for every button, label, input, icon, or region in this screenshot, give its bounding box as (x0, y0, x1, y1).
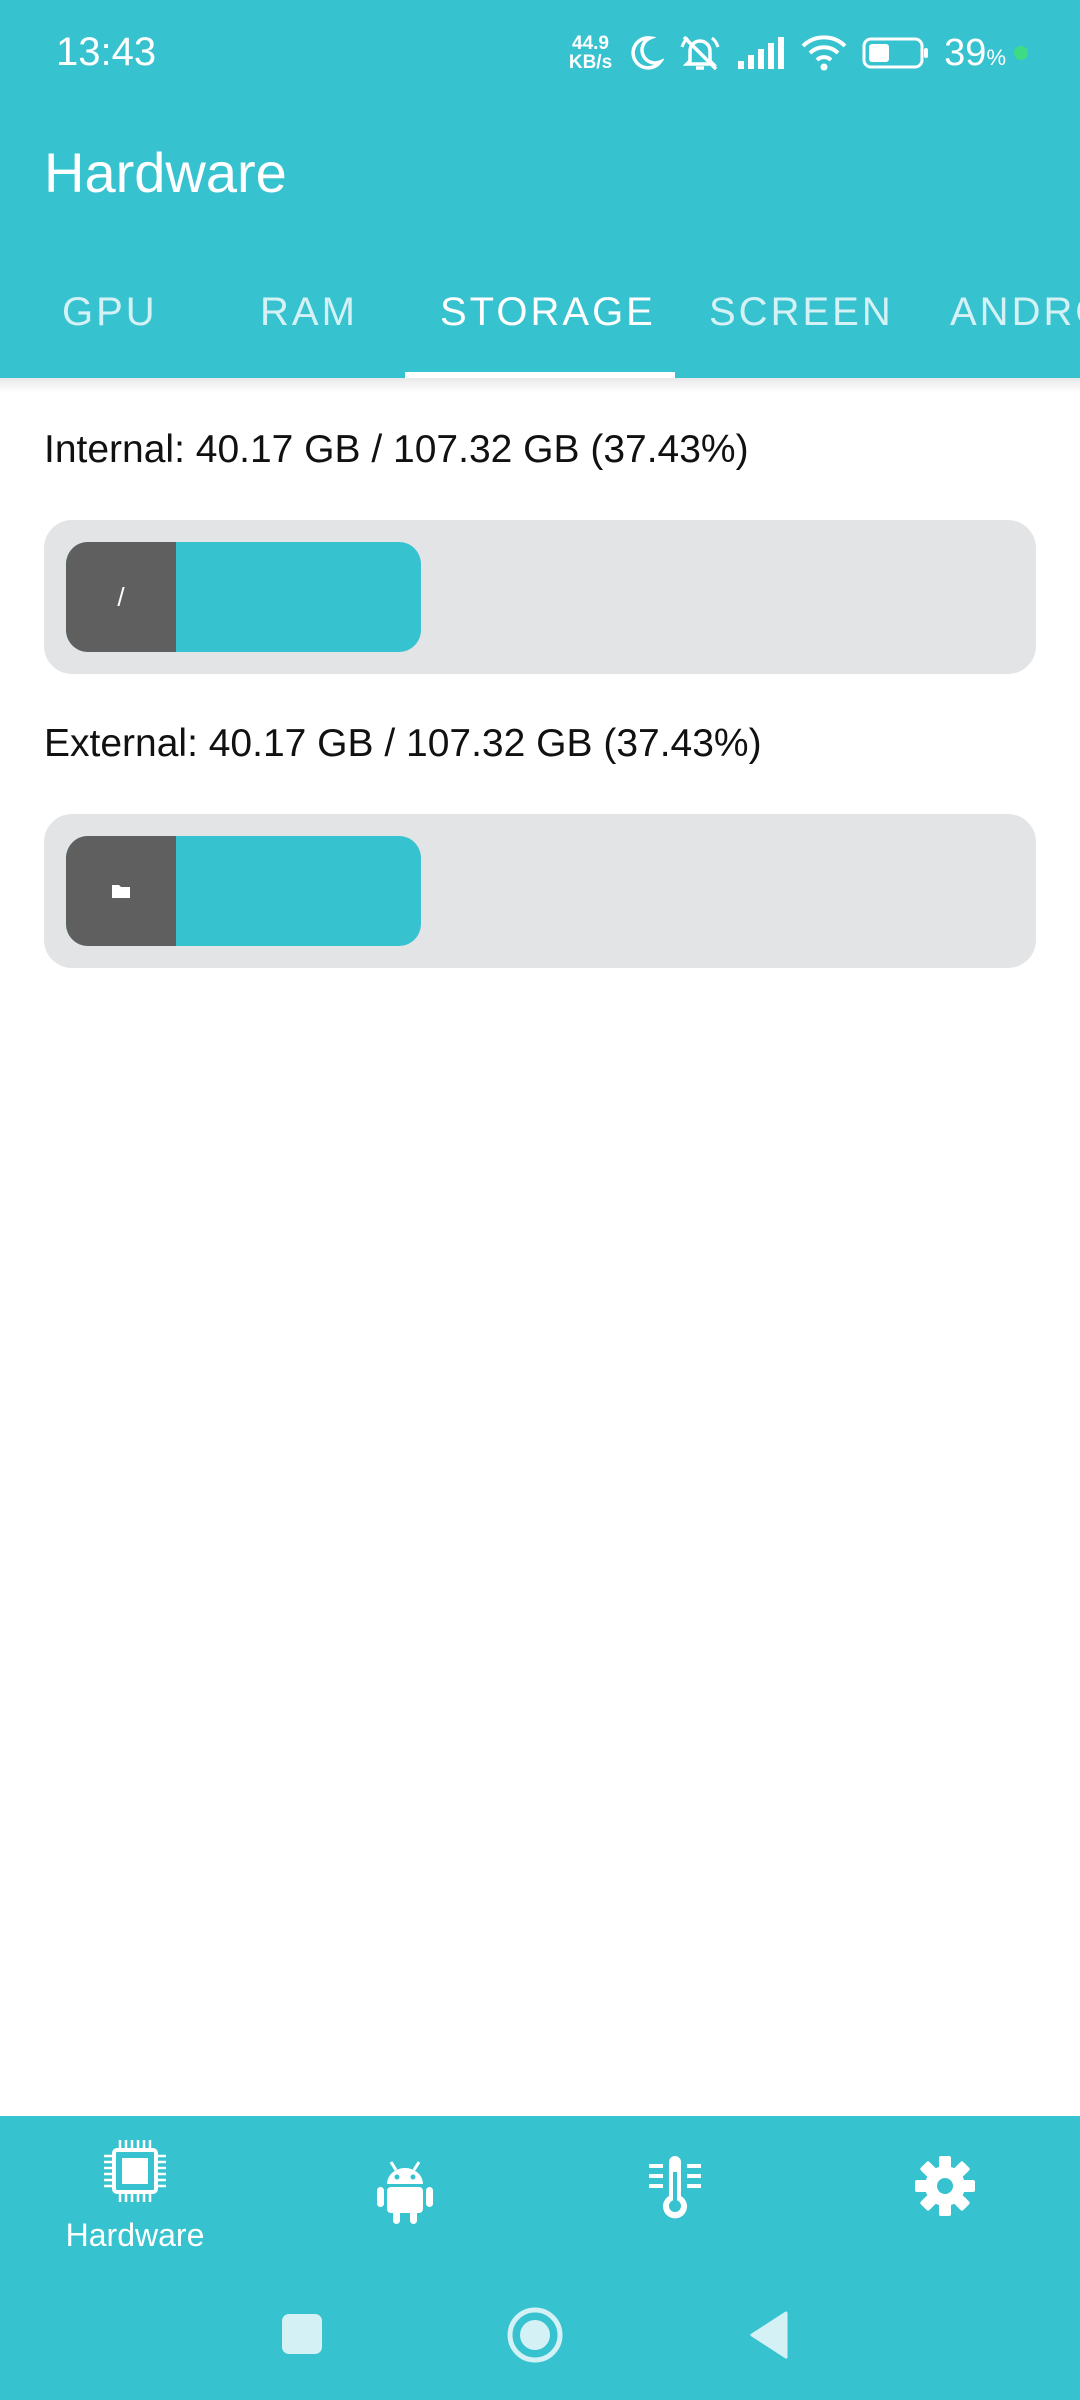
tab-screen[interactable]: SCREEN (709, 290, 894, 335)
recents-button[interactable] (280, 2312, 324, 2361)
silent-bell-icon (678, 33, 722, 73)
battery-percent-value: 39 (944, 31, 987, 74)
battery-percent-symbol: % (986, 44, 1006, 70)
home-circle-icon (507, 2307, 563, 2363)
nav-settings[interactable] (845, 2154, 1045, 2223)
external-storage-bar (44, 814, 1036, 968)
status-icons: 44.9 KB/s 39% (569, 30, 1028, 76)
status-time: 13:43 (56, 30, 157, 74)
privacy-indicator-dot (1014, 46, 1028, 60)
back-triangle-icon (750, 2311, 788, 2359)
internal-storage-label: Internal: 40.17 GB / 107.32 GB (37.43%) (44, 428, 749, 471)
tab-gpu[interactable]: GPU (62, 290, 158, 335)
moon-icon (626, 34, 665, 72)
gear-icon (913, 2154, 977, 2223)
external-storage-label: External: 40.17 GB / 107.32 GB (37.43%) (44, 722, 762, 765)
internal-storage-used-fill: / (66, 542, 421, 652)
square-icon (282, 2314, 322, 2354)
nav-hardware-label: Hardware (65, 2217, 205, 2253)
network-speed-value: 44.9 (572, 33, 609, 54)
status-bar: 13:43 44.9 KB/s 39% (0, 0, 1080, 110)
tab-android[interactable]: ANDROID (950, 290, 1080, 335)
tab-ram[interactable]: RAM (260, 290, 358, 335)
root-path-text: / (117, 581, 125, 612)
home-button[interactable] (506, 2306, 564, 2369)
android-icon (375, 2156, 435, 2231)
tab-bar: GPU RAM STORAGE SCREEN ANDROID (0, 262, 1080, 378)
root-path-icon: / (66, 542, 176, 652)
chip-icon (100, 2136, 170, 2211)
network-speed: 44.9 KB/s (569, 34, 612, 72)
external-storage-used-fill (66, 836, 421, 946)
wifi-icon (800, 34, 848, 72)
thermometer-icon (645, 2154, 705, 2229)
nav-temperature[interactable] (575, 2154, 775, 2229)
bottom-navigation: Hardware (0, 2116, 1080, 2400)
nav-hardware[interactable]: Hardware (35, 2136, 235, 2254)
battery-percent: 39% (944, 32, 1006, 75)
battery-icon (862, 36, 930, 70)
back-button[interactable] (748, 2310, 790, 2365)
signal-icon (736, 35, 786, 71)
page-title: Hardware (44, 141, 287, 204)
tab-storage[interactable]: STORAGE (440, 290, 656, 335)
internal-storage-bar: / (44, 520, 1036, 674)
nav-android[interactable] (305, 2156, 505, 2231)
network-speed-unit: KB/s (568, 52, 613, 73)
header-shadow (0, 378, 1080, 392)
app-header: 13:43 44.9 KB/s 39% Hardware GPU RAM STO… (0, 0, 1080, 378)
folder-icon (66, 836, 176, 946)
